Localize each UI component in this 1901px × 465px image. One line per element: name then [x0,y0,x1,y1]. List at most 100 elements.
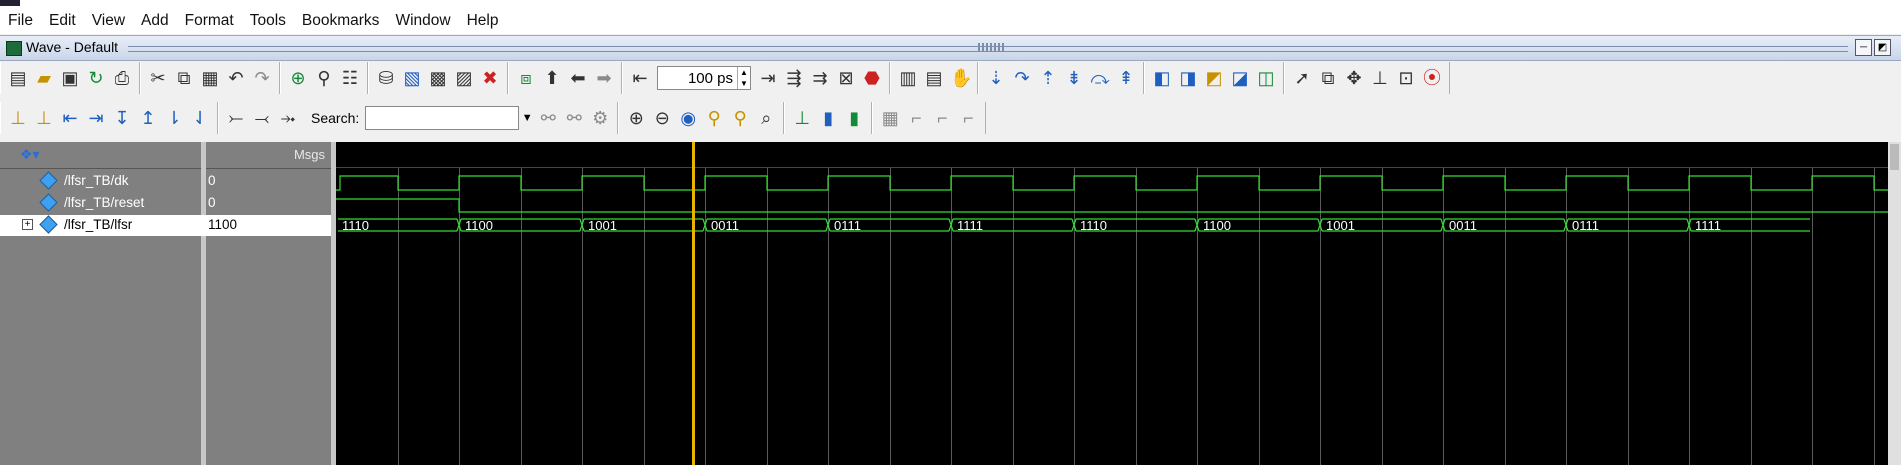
search-next-icon[interactable]: ⚯ [564,108,584,128]
menu-add[interactable]: Add [133,12,177,30]
new-file-icon[interactable]: ▤ [8,68,28,88]
add-icon[interactable]: ⊕ [288,68,308,88]
step-out-dropdown-icon[interactable]: ⇞ [1116,68,1136,88]
menu-view[interactable]: View [84,12,133,30]
minimize-pane-icon[interactable]: ─ [1855,39,1872,56]
zoom-in-icon[interactable]: ⊕ [626,108,646,128]
vertical-scrollbar[interactable] [1888,142,1901,465]
copy-icon[interactable]: ⧉ [174,68,194,88]
step-into-icon[interactable]: ⇣ [986,68,1006,88]
signal-name-header[interactable]: ❖▾ [0,142,205,169]
edit-mode-icon[interactable]: ⊥ [1370,68,1390,88]
print-icon[interactable]: ⎙ [112,68,132,88]
step-into-dropdown-icon[interactable]: ⇟ [1064,68,1084,88]
menu-file[interactable]: File [0,12,41,30]
step-over-icon[interactable]: ↷ [1012,68,1032,88]
search-clear-icon[interactable]: ⚙ [590,108,610,128]
next-rising-edge-icon[interactable]: ⇃ [190,108,210,128]
compile-all-icon[interactable]: ▧ [402,68,422,88]
reload-icon[interactable]: ↻ [86,68,106,88]
scroll-thumb[interactable] [1890,144,1899,170]
save-icon[interactable]: ▣ [60,68,80,88]
insert-cursor-icon[interactable]: ⊥ [8,108,28,128]
design-icon[interactable]: ⧈ [516,68,536,88]
layout-4-icon[interactable]: ◪ [1230,68,1250,88]
break-run-icon[interactable]: ⊠ [836,68,856,88]
next-falling-edge-icon[interactable]: ↥ [138,108,158,128]
run-all-icon[interactable]: ⇉ [810,68,830,88]
menu-bookmarks[interactable]: Bookmarks [294,12,388,30]
traffic-light-icon[interactable]: ⦿ [1422,68,1442,88]
search-options-icon[interactable]: ⤞ [278,108,298,128]
layout-5-icon[interactable]: ◫ [1256,68,1276,88]
time-cursor[interactable] [692,142,695,465]
signal-row-selected[interactable]: + /lfsr_TB/lfsr 1100 [0,215,331,236]
menu-help[interactable]: Help [459,12,507,30]
undo-icon[interactable]: ↶ [226,68,246,88]
search-input[interactable] [365,106,520,130]
run-icon[interactable]: ⇥ [758,68,778,88]
forward-arrow-icon[interactable]: ➡ [594,68,614,88]
step-out-icon[interactable]: ⇡ [1038,68,1058,88]
up-arrow-icon[interactable]: ⬆ [542,68,562,88]
stop-icon[interactable]: ⬣ [862,68,882,88]
signal-row[interactable]: /lfsr_TB/reset 0 [0,193,331,214]
delta-mode-3-icon[interactable]: ⌐ [932,108,952,128]
search-prev-icon[interactable]: ⚯ [538,108,558,128]
search-forward-icon[interactable]: ⤚ [226,108,246,128]
zoom-out-icon[interactable]: ⊖ [652,108,672,128]
menu-edit[interactable]: Edit [41,12,84,30]
restart-icon[interactable]: ⇤ [630,68,650,88]
previous-rising-edge-icon[interactable]: ⇂ [164,108,184,128]
delta-mode-4-icon[interactable]: ⌐ [958,108,978,128]
search-backward-icon[interactable]: ⤙ [252,108,272,128]
run-length-spinner[interactable]: ▲ ▼ [737,67,750,89]
menu-window[interactable]: Window [387,12,458,30]
step-over-dropdown-icon[interactable]: ⤼ [1090,68,1110,88]
signal-settings-icon[interactable]: ❖▾ [20,146,40,163]
zoom-between-cursors-icon[interactable]: ⚲ [730,108,750,128]
layout-3-icon[interactable]: ◩ [1204,68,1224,88]
signal-row[interactable]: /lfsr_TB/dk 0 [0,171,331,192]
delete-cursor-icon[interactable]: ⊥ [34,108,54,128]
zoom-mode-icon[interactable]: ⧉ [1318,68,1338,88]
hierarchy-icon[interactable]: ☷ [340,68,360,88]
break-icon[interactable]: ▨ [454,68,474,88]
measure-icon[interactable]: ⊡ [1396,68,1416,88]
menu-format[interactable]: Format [177,12,242,30]
delta-mode-1-icon[interactable]: ▦ [880,108,900,128]
memory-icon[interactable]: ▤ [924,68,944,88]
cut-icon[interactable]: ✂ [148,68,168,88]
run-length-field[interactable]: 100 ps ▲ ▼ [657,66,751,90]
paste-icon[interactable]: ▦ [200,68,220,88]
dock-pane-icon[interactable]: ◩ [1874,39,1891,56]
compile-icon[interactable]: ⛁ [376,68,396,88]
search-dropdown-icon[interactable]: ▼ [519,108,535,128]
layout-2-icon[interactable]: ◨ [1178,68,1198,88]
expand-icon[interactable]: + [22,219,33,230]
redo-icon[interactable]: ↷ [252,68,272,88]
titlebar-grip-handle[interactable] [978,43,1004,51]
select-pointer-icon[interactable]: ➚ [1292,68,1312,88]
menu-tools[interactable]: Tools [242,12,294,30]
zoom-cursor-icon[interactable]: ⚲ [704,108,724,128]
expanded-delta-icon[interactable]: ▮ [844,108,864,128]
previous-edge-icon[interactable]: ⇤ [60,108,80,128]
open-folder-icon[interactable]: ▰ [34,68,54,88]
zoom-full-icon[interactable]: ◉ [678,108,698,128]
profile-icon[interactable]: ▥ [898,68,918,88]
previous-falling-edge-icon[interactable]: ↧ [112,108,132,128]
continue-run-icon[interactable]: ⇶ [784,68,804,88]
expanded-time-icon[interactable]: ▮ [818,108,838,128]
hand-icon[interactable]: ✋ [950,68,972,88]
waveform-canvas[interactable]: 1110 1100 1001 0011 0111 1111 1110 1100 1001 0011… [336,168,1888,465]
insert-divider-icon[interactable]: ⊥ [792,108,812,128]
back-arrow-icon[interactable]: ⬅ [568,68,588,88]
clear-icon[interactable]: ✖ [480,68,500,88]
pan-mode-icon[interactable]: ✥ [1344,68,1364,88]
simulate-icon[interactable]: ▩ [428,68,448,88]
layout-1-icon[interactable]: ◧ [1152,68,1172,88]
delta-mode-2-icon[interactable]: ⌐ [906,108,926,128]
next-edge-icon[interactable]: ⇥ [86,108,106,128]
zoom-last-icon[interactable]: ⌕ [756,108,776,128]
